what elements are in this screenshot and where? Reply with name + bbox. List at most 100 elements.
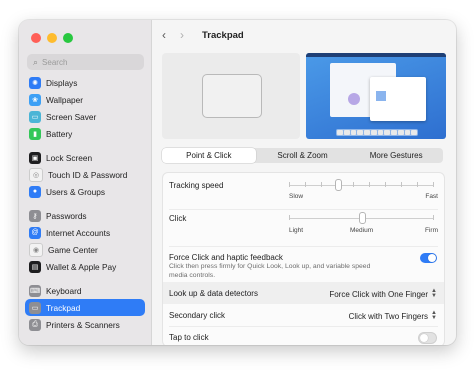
sidebar-item-internet-accounts[interactable]: @ Internet Accounts xyxy=(19,224,151,241)
slow-label: Slow xyxy=(289,193,304,200)
fingerprint-icon: ◎ xyxy=(29,167,43,182)
click-knob[interactable] xyxy=(359,212,366,224)
forward-icon[interactable]: › xyxy=(180,28,184,42)
search-icon: ⌕ xyxy=(33,56,39,67)
tab-point-click[interactable]: Point & Click xyxy=(162,148,256,163)
sidebar-item-label: Printers & Scanners xyxy=(46,319,120,330)
sidebar-item-label: Wallet & Apple Pay xyxy=(46,261,117,272)
force-click-row: Force Click and haptic feedback Click th… xyxy=(163,247,444,283)
settings-window: ⌕ Search ✺ Displays ❀ Wallpaper ▭ Screen Save… xyxy=(19,20,456,345)
close-button[interactable] xyxy=(31,33,41,43)
sidebar-item-wallpaper[interactable]: ❀ Wallpaper xyxy=(19,91,151,108)
slider-tick xyxy=(417,182,418,187)
segmented-tabs: Point & Click Scroll & Zoom More Gesture… xyxy=(162,148,443,163)
tracking-speed-slider[interactable] xyxy=(289,179,434,191)
sidebar-item-label: Screen Saver xyxy=(46,111,97,122)
battery-icon: ▮ xyxy=(29,127,41,140)
sidebar-item-label: Trackpad xyxy=(46,302,81,313)
look-up-label: Look up & data detectors xyxy=(169,289,258,298)
toolbar: ‹ › Trackpad xyxy=(162,28,244,42)
trackpad-preview xyxy=(162,53,300,139)
sidebar-item-touch-id-password[interactable]: ◎ Touch ID & Password xyxy=(19,166,151,183)
sidebar-nav: ✺ Displays ❀ Wallpaper ▭ Screen Saver ▮ Battery… xyxy=(19,74,151,333)
zoom-button[interactable] xyxy=(63,33,73,43)
sidebar-item-keyboard[interactable]: ⌨ Keyboard xyxy=(19,282,151,299)
light-label: Light xyxy=(289,227,304,234)
back-icon[interactable]: ‹ xyxy=(162,28,166,42)
game-center-icon: ◉ xyxy=(29,242,43,257)
sidebar-item-lock-screen[interactable]: ▣ Lock Screen xyxy=(19,149,151,166)
tap-to-click-toggle[interactable] xyxy=(418,332,437,344)
slider-tick xyxy=(433,215,434,220)
click-slider[interactable] xyxy=(289,212,434,224)
sidebar-item-screen-saver[interactable]: ▭ Screen Saver xyxy=(19,108,151,125)
slider-tick xyxy=(289,215,290,220)
screen-saver-icon: ▭ xyxy=(29,110,41,123)
sidebar-item-label: Wallpaper xyxy=(46,94,84,105)
sidebar-item-battery[interactable]: ▮ Battery xyxy=(19,125,151,142)
click-label: Click xyxy=(169,214,187,223)
force-click-toggle[interactable] xyxy=(420,253,437,263)
slider-tick xyxy=(385,182,386,187)
key-icon: ⚷ xyxy=(29,209,41,222)
secondary-click-value: Click with Two Fingers xyxy=(348,311,429,321)
tap-to-click-label: Tap to click xyxy=(169,333,209,342)
slider-tick xyxy=(369,182,370,187)
sidebar-item-label: Passwords xyxy=(46,210,87,221)
sidebar-item-label: Internet Accounts xyxy=(46,227,111,238)
lock-icon: ▣ xyxy=(29,151,41,164)
sidebar-item-passwords[interactable]: ⚷ Passwords xyxy=(19,207,151,224)
sidebar-item-label: Battery xyxy=(46,128,73,139)
slider-tick xyxy=(401,182,402,187)
slider-tick xyxy=(289,182,290,187)
look-up-row: Look up & data detectors Force Click wit… xyxy=(163,282,444,304)
tracking-speed-label: Tracking speed xyxy=(169,181,224,190)
sidebar-item-game-center[interactable]: ◉ Game Center xyxy=(19,241,151,258)
displays-icon: ✺ xyxy=(29,76,41,89)
page-title: Trackpad xyxy=(202,29,244,41)
slider-tick xyxy=(353,182,354,187)
sidebar: ⌕ Search ✺ Displays ❀ Wallpaper ▭ Screen Save… xyxy=(19,20,152,345)
secondary-click-select[interactable]: Click with Two Fingers ▲ ▼ xyxy=(348,310,437,321)
updown-chevron-icon: ▲ ▼ xyxy=(431,310,437,321)
search-field[interactable]: ⌕ Search xyxy=(27,54,144,70)
tracking-speed-knob[interactable] xyxy=(335,179,342,191)
sidebar-item-wallet-apple-pay[interactable]: ▤ Wallet & Apple Pay xyxy=(19,258,151,275)
settings-panel: Tracking speed Slow Fast Click Light Med… xyxy=(162,172,445,345)
sidebar-item-trackpad[interactable]: ▭ Trackpad xyxy=(25,299,145,316)
medium-label: Medium xyxy=(350,227,374,234)
sidebar-item-label: Game Center xyxy=(48,244,98,255)
main-content: ‹ › Trackpad Point & Click Scroll & Zoom… xyxy=(152,20,456,345)
fast-label: Fast xyxy=(425,193,438,200)
keyboard-icon: ⌨ xyxy=(29,284,41,297)
minimize-button[interactable] xyxy=(47,33,57,43)
wallet-icon: ▤ xyxy=(29,260,41,273)
window-controls xyxy=(31,33,73,43)
slider-tick xyxy=(305,182,306,187)
tap-to-click-row: Tap to click xyxy=(163,327,444,345)
trackpad-illustration xyxy=(202,74,262,118)
sidebar-item-displays[interactable]: ✺ Displays xyxy=(19,74,151,91)
wallpaper-icon: ❀ xyxy=(29,93,41,106)
dock-illustration xyxy=(336,129,418,136)
trackpad-icon: ▭ xyxy=(29,301,41,314)
sidebar-item-label: Keyboard xyxy=(46,285,82,296)
tracking-speed-row: Tracking speed Slow Fast xyxy=(163,173,444,209)
sidebar-item-users-groups[interactable]: ● Users & Groups xyxy=(19,183,151,200)
secondary-click-row: Secondary click Click with Two Fingers ▲… xyxy=(163,304,444,326)
look-up-select[interactable]: Force Click with One Finger ▲ ▼ xyxy=(329,288,437,299)
sidebar-item-label: Displays xyxy=(46,77,78,88)
gesture-video-preview xyxy=(306,53,446,139)
tab-scroll-zoom[interactable]: Scroll & Zoom xyxy=(256,148,350,163)
users-icon: ● xyxy=(29,185,41,198)
sidebar-item-printers-scanners[interactable]: ⎙ Printers & Scanners xyxy=(19,316,151,333)
look-up-value: Force Click with One Finger xyxy=(329,289,429,299)
force-click-description: Click then press firmly for Quick Look, … xyxy=(169,263,371,279)
at-sign-icon: @ xyxy=(29,226,41,239)
tab-more-gestures[interactable]: More Gestures xyxy=(349,148,443,163)
click-row: Click Light Medium Firm xyxy=(163,210,444,246)
firm-label: Firm xyxy=(425,227,438,234)
sidebar-item-label: Users & Groups xyxy=(46,186,106,197)
sidebar-item-label: Lock Screen xyxy=(46,152,93,163)
force-click-label: Force Click and haptic feedback xyxy=(169,253,283,262)
